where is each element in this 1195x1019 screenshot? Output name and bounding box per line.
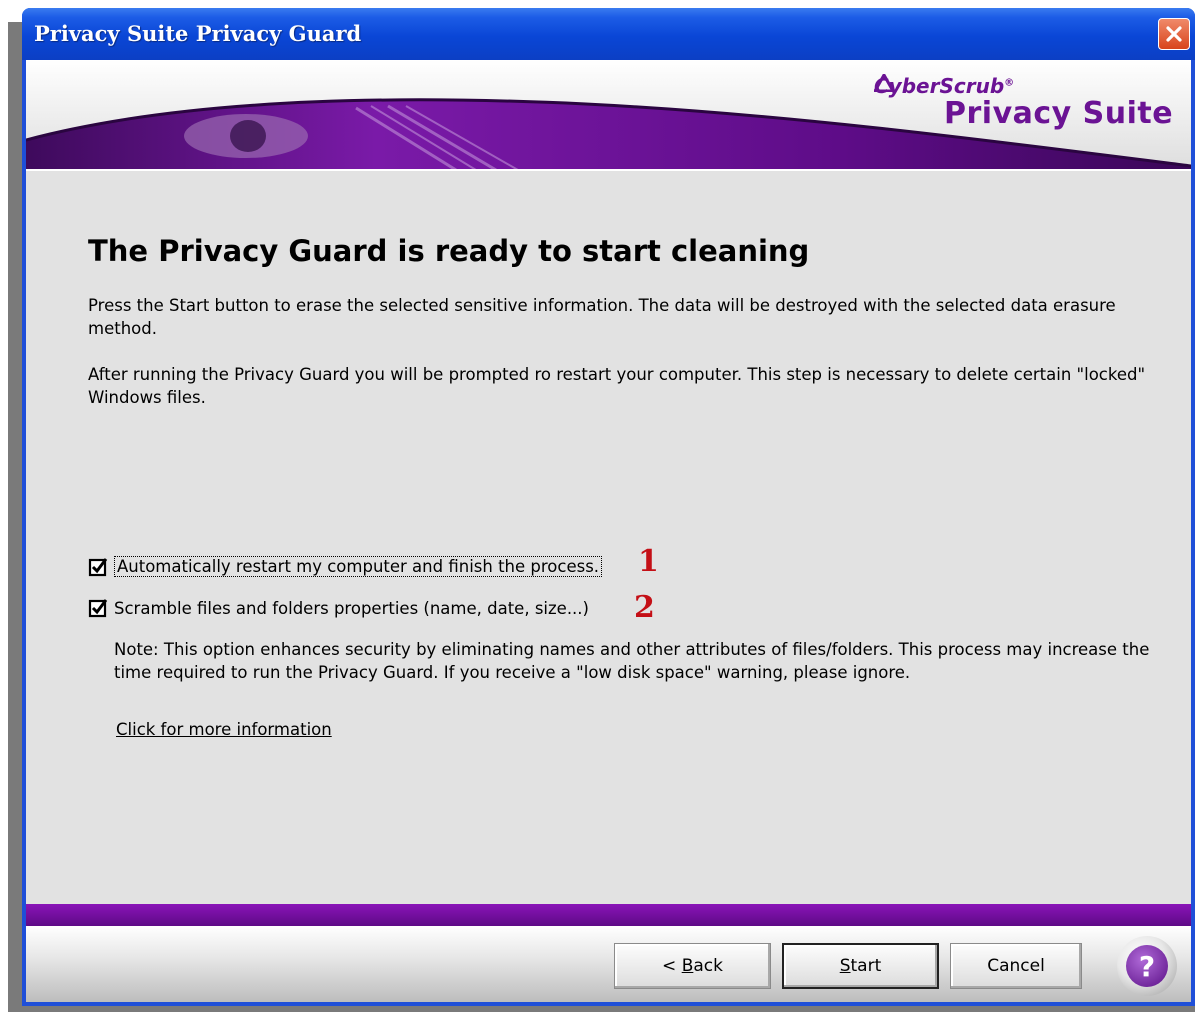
auto-restart-label[interactable]: Automatically restart my computer and fi… [114,556,603,577]
back-button[interactable]: < Back [614,943,771,989]
start-rest: tart [850,956,882,976]
help-icon: ? [1126,945,1168,987]
auto-restart-option[interactable]: Automatically restart my computer and fi… [88,556,603,577]
cyberscrub-logo-icon [874,74,894,92]
scramble-option[interactable]: Scramble files and folders properties (n… [88,598,589,618]
scramble-note: Note: This option enhances security by e… [114,640,1150,682]
back-rest: ack [693,956,723,976]
more-information-link[interactable]: Click for more information [116,720,332,739]
marker-2: 2 [634,590,655,625]
window-title: Privacy Suite Privacy Guard [34,21,362,46]
brand-logo-large: Privacy Suite [944,96,1174,131]
header-banner: CyberScrub® Privacy Suite [26,60,1191,188]
brand-logo-small: CyberScrub® [874,74,1015,98]
start-button[interactable]: Start [782,943,939,989]
close-button[interactable] [1158,18,1190,50]
cancel-button[interactable]: Cancel [950,943,1082,989]
footer-divider-bar [26,904,1191,926]
back-prefix: < [662,956,682,976]
restart-paragraph: After running the Privacy Guard you will… [88,365,1146,407]
start-mnemonic: S [839,956,851,976]
close-icon [1166,26,1182,42]
scramble-label[interactable]: Scramble files and folders properties (n… [114,599,589,618]
scramble-checkbox[interactable] [88,598,108,618]
wizard-client-area: CyberScrub® Privacy Suite The Privacy Gu… [26,60,1191,1002]
wizard-window: Privacy Suite Privacy Guard CyberScrub® … [22,8,1195,1006]
help-button[interactable]: ? [1117,936,1177,996]
marker-1: 1 [638,544,659,579]
title-bar[interactable]: Privacy Suite Privacy Guard [22,8,1195,60]
auto-restart-checkbox[interactable] [88,557,108,577]
page-heading: The Privacy Guard is ready to start clea… [88,234,810,268]
back-mnemonic: B [681,956,694,976]
instruction-paragraph: Press the Start button to erase the sele… [88,296,1116,338]
